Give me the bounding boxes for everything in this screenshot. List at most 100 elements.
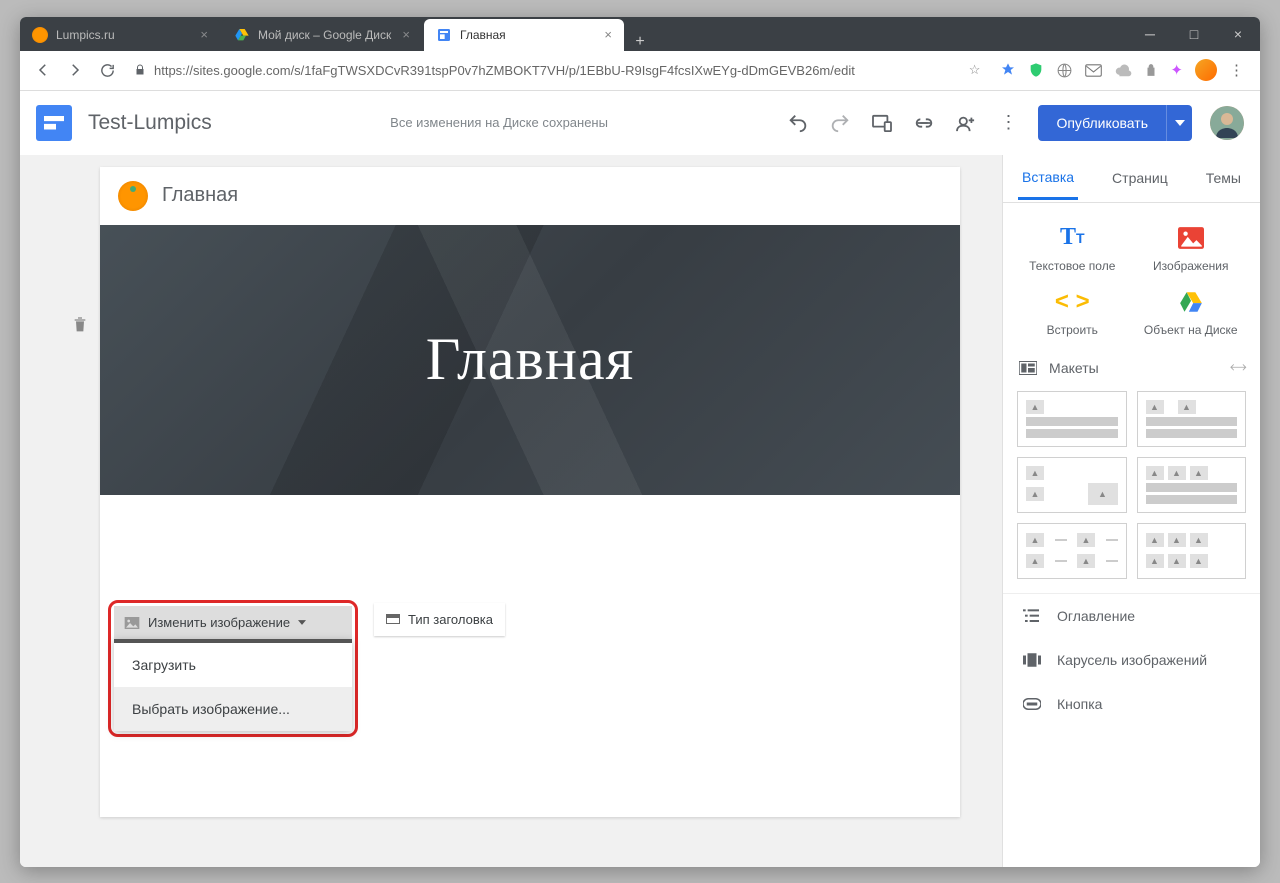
close-icon[interactable]: × xyxy=(604,27,612,42)
insert-drive[interactable]: Объект на Диске xyxy=(1134,285,1249,341)
embed-icon: < > xyxy=(1055,289,1090,315)
dropdown-upload[interactable]: Загрузить xyxy=(114,643,352,687)
change-image-label: Изменить изображение xyxy=(148,615,290,630)
publish-button[interactable]: Опубликовать xyxy=(1038,105,1166,141)
lock-icon xyxy=(134,63,146,77)
browser-window: Lumpics.ru × Мой диск – Google Диск × Гл… xyxy=(20,17,1260,867)
tab-insert[interactable]: Вставка xyxy=(1018,157,1078,200)
titlebar: Lumpics.ru × Мой диск – Google Диск × Гл… xyxy=(20,17,1260,51)
close-icon[interactable]: × xyxy=(200,27,208,42)
insert-images[interactable]: Изображения xyxy=(1134,221,1249,277)
tab-pages[interactable]: Страниц xyxy=(1108,158,1172,198)
hero-title[interactable]: Главная xyxy=(426,325,634,394)
tab-strip: Lumpics.ru × Мой диск – Google Диск × Гл… xyxy=(20,17,1128,51)
save-status: Все изменения на Диске сохранены xyxy=(228,115,771,130)
canvas-area: Главная Главная Изменить изображение xyxy=(20,155,1002,867)
button-icon xyxy=(1023,698,1041,710)
app-header: Test-Lumpics Все изменения на Диске сохр… xyxy=(20,91,1260,155)
insert-grid: TT Текстовое поле Изображения < > Встрои… xyxy=(1003,203,1260,349)
orange-favicon-icon xyxy=(32,27,48,43)
profile-avatar-icon[interactable] xyxy=(1195,59,1217,81)
ext-icon[interactable] xyxy=(1000,62,1016,78)
header-actions: ⋮ Опубликовать xyxy=(786,105,1244,141)
ext-icon[interactable]: ✦ xyxy=(1170,61,1183,79)
cloud-icon[interactable] xyxy=(1114,64,1132,77)
layout-option[interactable]: ▲▲ ▲▲ xyxy=(1017,523,1127,579)
sites-favicon-icon xyxy=(436,27,452,43)
header-type-icon xyxy=(386,614,400,624)
insert-carousel[interactable]: Карусель изображений xyxy=(1003,638,1260,682)
drive-favicon-icon xyxy=(234,27,250,43)
back-button[interactable] xyxy=(28,55,58,85)
user-avatar[interactable] xyxy=(1210,106,1244,140)
extension-icons: ✦ ⋮ xyxy=(992,59,1252,81)
shield-icon[interactable] xyxy=(1028,62,1044,78)
more-button[interactable]: ⋮ xyxy=(996,111,1020,135)
header-type-label: Тип заголовка xyxy=(408,612,493,627)
site-logo-icon[interactable] xyxy=(118,181,148,211)
change-image-dropdown: Загрузить Выбрать изображение... xyxy=(114,639,352,731)
layouts-grid: ▲ ▲▲ ▲ ▲▲ ▲▲▲ ▲▲ ▲▲ xyxy=(1003,387,1260,593)
layout-option[interactable]: ▲▲▲ xyxy=(1137,457,1247,513)
minimize-button[interactable]: ─ xyxy=(1128,17,1172,51)
page-nav-row: Главная xyxy=(100,167,960,225)
drive-icon xyxy=(1178,289,1204,315)
mail-icon[interactable] xyxy=(1085,64,1102,77)
window-controls: ─ □ × xyxy=(1128,17,1260,51)
component-list: Оглавление Карусель изображений Кнопка xyxy=(1003,593,1260,726)
page-nav-title[interactable]: Главная xyxy=(162,184,238,207)
images-icon xyxy=(1178,225,1204,251)
tab-label: Главная xyxy=(460,28,596,42)
layout-icon xyxy=(1019,361,1037,375)
undo-button[interactable] xyxy=(786,111,810,135)
tab-sites[interactable]: Главная × xyxy=(424,19,624,51)
carousel-icon xyxy=(1023,653,1041,667)
globe-icon[interactable] xyxy=(1056,62,1073,79)
dropdown-select-image[interactable]: Выбрать изображение... xyxy=(114,687,352,731)
collapse-icon[interactable]: ⤢ xyxy=(1227,357,1249,379)
layout-option[interactable]: ▲▲▲ ▲▲▲ xyxy=(1137,523,1247,579)
new-tab-button[interactable]: + xyxy=(626,33,654,51)
chevron-down-icon xyxy=(298,620,306,625)
hero-section[interactable]: Главная xyxy=(100,225,960,495)
side-panel: Вставка Страниц Темы TT Текстовое поле И… xyxy=(1002,155,1260,867)
preview-button[interactable] xyxy=(870,111,894,135)
redo-button[interactable] xyxy=(828,111,852,135)
layout-option[interactable]: ▲▲ xyxy=(1137,391,1247,447)
insert-toc[interactable]: Оглавление xyxy=(1003,594,1260,638)
tab-lumpics[interactable]: Lumpics.ru × xyxy=(20,19,220,51)
insert-button[interactable]: Кнопка xyxy=(1003,682,1260,726)
star-icon[interactable]: ☆ xyxy=(969,62,981,78)
change-image-button[interactable]: Изменить изображение xyxy=(114,606,352,640)
layouts-header: Макеты ⤢ xyxy=(1003,349,1260,387)
forward-button[interactable] xyxy=(60,55,90,85)
reload-button[interactable] xyxy=(92,55,122,85)
publish-dropdown-button[interactable] xyxy=(1166,105,1192,141)
menu-icon[interactable]: ⋮ xyxy=(1229,61,1244,79)
address-bar: https://sites.google.com/s/1faFgTWSXDCvR… xyxy=(20,51,1260,91)
layout-option[interactable]: ▲ ▲▲ xyxy=(1017,457,1127,513)
close-icon[interactable]: × xyxy=(402,27,410,42)
tab-label: Lumpics.ru xyxy=(56,28,192,42)
header-type-button[interactable]: Тип заголовка xyxy=(374,603,505,636)
textbox-icon: TT xyxy=(1060,225,1085,251)
ext-icon[interactable] xyxy=(1144,62,1158,78)
highlight-annotation: Изменить изображение Загрузить Выбрать и… xyxy=(108,600,358,737)
image-icon xyxy=(124,616,140,630)
delete-icon[interactable] xyxy=(72,315,88,333)
maximize-button[interactable]: □ xyxy=(1172,17,1216,51)
url-field[interactable]: https://sites.google.com/s/1faFgTWSXDCvR… xyxy=(124,55,990,85)
tab-label: Мой диск – Google Диск xyxy=(258,28,394,42)
toc-icon xyxy=(1023,609,1041,623)
tab-drive[interactable]: Мой диск – Google Диск × xyxy=(222,19,422,51)
panel-tabs: Вставка Страниц Темы xyxy=(1003,155,1260,203)
layout-option[interactable]: ▲ xyxy=(1017,391,1127,447)
tab-themes[interactable]: Темы xyxy=(1202,158,1245,198)
sites-logo-icon[interactable] xyxy=(36,105,72,141)
link-button[interactable] xyxy=(912,111,936,135)
site-title[interactable]: Test-Lumpics xyxy=(88,111,212,135)
insert-textbox[interactable]: TT Текстовое поле xyxy=(1015,221,1130,277)
share-button[interactable] xyxy=(954,111,978,135)
insert-embed[interactable]: < > Встроить xyxy=(1015,285,1130,341)
close-window-button[interactable]: × xyxy=(1216,17,1260,51)
